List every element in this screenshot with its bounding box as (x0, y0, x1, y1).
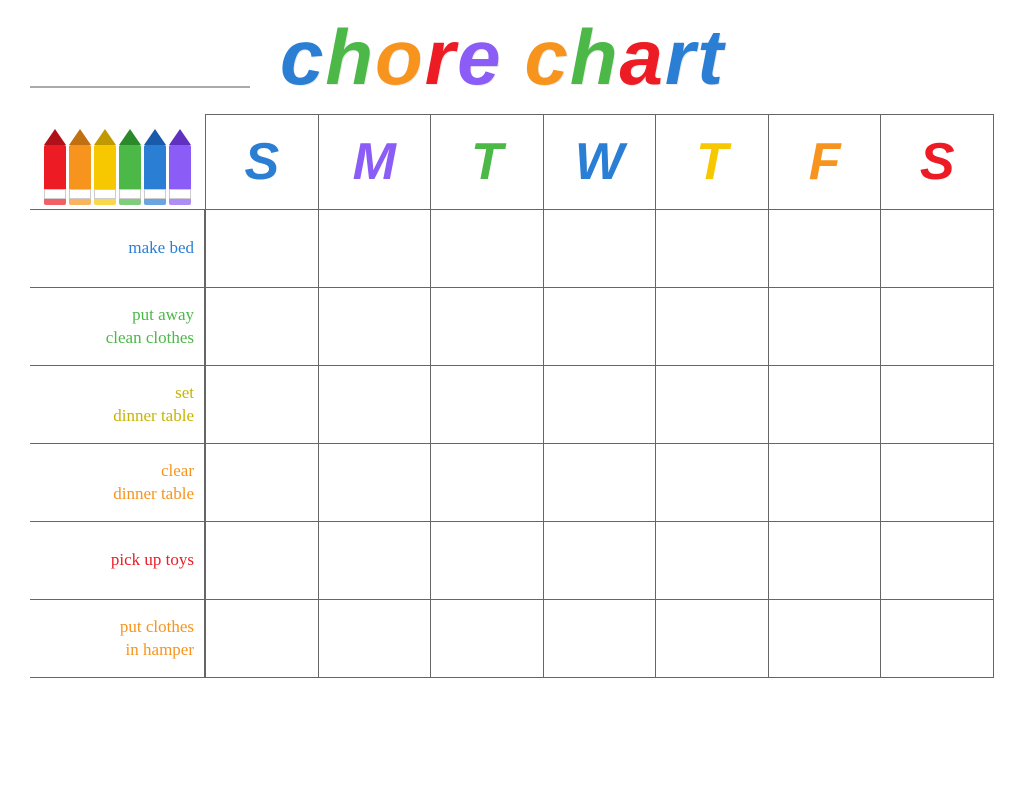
chore-label: put clothesin hamper (30, 616, 194, 662)
crayon (69, 129, 91, 205)
check-cell[interactable] (768, 600, 881, 678)
chore-row (206, 444, 994, 522)
check-cell[interactable] (881, 522, 994, 600)
chore-label-row: cleardinner table (30, 444, 205, 522)
check-cell[interactable] (768, 522, 881, 600)
check-cell[interactable] (656, 366, 769, 444)
check-cell[interactable] (881, 444, 994, 522)
days-header-row: SMTWTFS (206, 115, 994, 210)
check-cell[interactable] (318, 210, 431, 288)
check-cell[interactable] (206, 600, 319, 678)
chore-row (206, 288, 994, 366)
crayon (144, 129, 166, 205)
chore-label: cleardinner table (30, 460, 194, 506)
grid-column: SMTWTFS (205, 114, 994, 678)
chore-row (206, 600, 994, 678)
check-cell[interactable] (768, 288, 881, 366)
check-cell[interactable] (543, 210, 656, 288)
check-cell[interactable] (656, 288, 769, 366)
check-cell[interactable] (206, 366, 319, 444)
check-cell[interactable] (768, 444, 881, 522)
chore-label-row: make bed (30, 210, 205, 288)
chore-row (206, 522, 994, 600)
crayon (119, 129, 141, 205)
chore-grid: SMTWTFS (205, 114, 994, 678)
day-header: F (768, 115, 881, 210)
name-line (30, 50, 250, 88)
chore-label: pick up toys (30, 549, 194, 572)
crayon (94, 129, 116, 205)
crayons-decoration (30, 114, 205, 209)
header: chorechart (30, 18, 994, 96)
check-cell[interactable] (656, 444, 769, 522)
check-cell[interactable] (431, 600, 544, 678)
check-cell[interactable] (431, 288, 544, 366)
check-cell[interactable] (431, 444, 544, 522)
check-cell[interactable] (318, 522, 431, 600)
crayon (44, 129, 66, 205)
check-cell[interactable] (881, 288, 994, 366)
chore-label-row: put clothesin hamper (30, 600, 205, 678)
chore-label: setdinner table (30, 382, 194, 428)
page: chorechart (0, 0, 1024, 791)
chore-label-row: pick up toys (30, 522, 205, 600)
check-cell[interactable] (206, 522, 319, 600)
day-header: S (206, 115, 319, 210)
chore-label: put awayclean clothes (30, 304, 194, 350)
check-cell[interactable] (543, 600, 656, 678)
left-column: make bed put awayclean clothes setdinner t… (30, 114, 205, 678)
check-cell[interactable] (206, 210, 319, 288)
check-cell[interactable] (656, 600, 769, 678)
day-header: M (318, 115, 431, 210)
check-cell[interactable] (431, 210, 544, 288)
check-cell[interactable] (431, 366, 544, 444)
crayon (169, 129, 191, 205)
check-cell[interactable] (543, 444, 656, 522)
check-cell[interactable] (656, 522, 769, 600)
check-cell[interactable] (318, 366, 431, 444)
chore-label: make bed (30, 237, 194, 260)
day-header: T (431, 115, 544, 210)
check-cell[interactable] (431, 522, 544, 600)
check-cell[interactable] (881, 210, 994, 288)
day-header: T (656, 115, 769, 210)
check-cell[interactable] (768, 366, 881, 444)
check-cell[interactable] (881, 366, 994, 444)
check-cell[interactable] (543, 522, 656, 600)
chore-label-row: put awayclean clothes (30, 288, 205, 366)
check-cell[interactable] (318, 600, 431, 678)
chore-row (206, 210, 994, 288)
check-cell[interactable] (318, 444, 431, 522)
chore-row (206, 366, 994, 444)
chore-labels-table: make bed put awayclean clothes setdinner t… (30, 209, 205, 678)
check-cell[interactable] (543, 288, 656, 366)
day-header: W (543, 115, 656, 210)
page-title: chorechart (280, 18, 725, 96)
check-cell[interactable] (206, 444, 319, 522)
day-header: S (881, 115, 994, 210)
chart-container: make bed put awayclean clothes setdinner t… (30, 114, 994, 678)
check-cell[interactable] (881, 600, 994, 678)
check-cell[interactable] (543, 366, 656, 444)
chore-label-row: setdinner table (30, 366, 205, 444)
check-cell[interactable] (768, 210, 881, 288)
check-cell[interactable] (656, 210, 769, 288)
check-cell[interactable] (206, 288, 319, 366)
check-cell[interactable] (318, 288, 431, 366)
